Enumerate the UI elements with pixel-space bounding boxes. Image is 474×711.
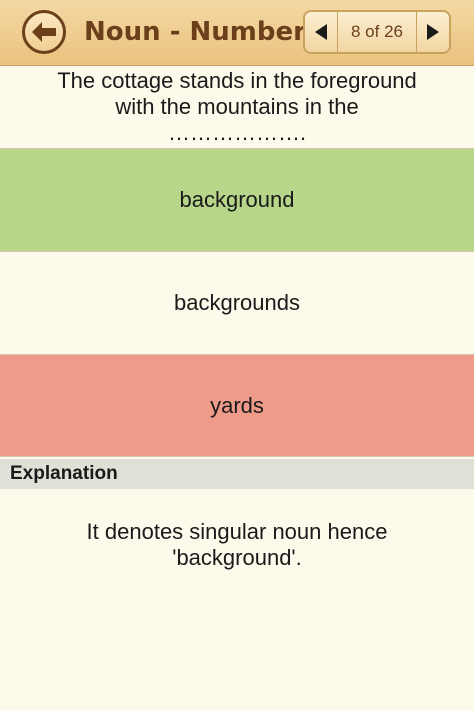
explanation-line: 'background'.	[172, 545, 302, 570]
explanation-text: It denotes singular noun hence 'backgrou…	[0, 519, 474, 571]
answer-option-label: backgrounds	[174, 290, 300, 315]
answer-option-label: background	[179, 187, 295, 212]
question-line: The cottage stands in the foreground	[57, 68, 417, 93]
page-title: Noun - Number	[84, 17, 306, 47]
answer-option-label: yards	[210, 392, 264, 418]
answer-option-wrong[interactable]: yards	[0, 354, 474, 457]
question-pager: 8 of 26	[303, 10, 451, 54]
answer-option-correct[interactable]: background	[0, 148, 474, 251]
arrow-left-icon	[32, 22, 56, 42]
triangle-right-icon	[427, 24, 439, 40]
next-question-button[interactable]	[416, 12, 449, 52]
previous-question-button[interactable]	[305, 12, 338, 52]
explanation-heading: Explanation	[0, 459, 474, 489]
app-screen: Noun - Number 8 of 26 The cottage stands…	[0, 0, 474, 711]
back-button[interactable]	[22, 10, 66, 54]
answer-option[interactable]: backgrounds	[0, 251, 474, 354]
explanation-line: It denotes singular noun hence	[86, 519, 388, 544]
triangle-left-icon	[315, 24, 327, 40]
question-blank: ……………….	[167, 120, 307, 145]
question-text: The cottage stands in the foreground wit…	[0, 66, 474, 148]
nav-bar: Noun - Number 8 of 26	[0, 0, 474, 66]
question-counter: 8 of 26	[351, 22, 403, 41]
question-line: with the mountains in the	[115, 94, 359, 119]
